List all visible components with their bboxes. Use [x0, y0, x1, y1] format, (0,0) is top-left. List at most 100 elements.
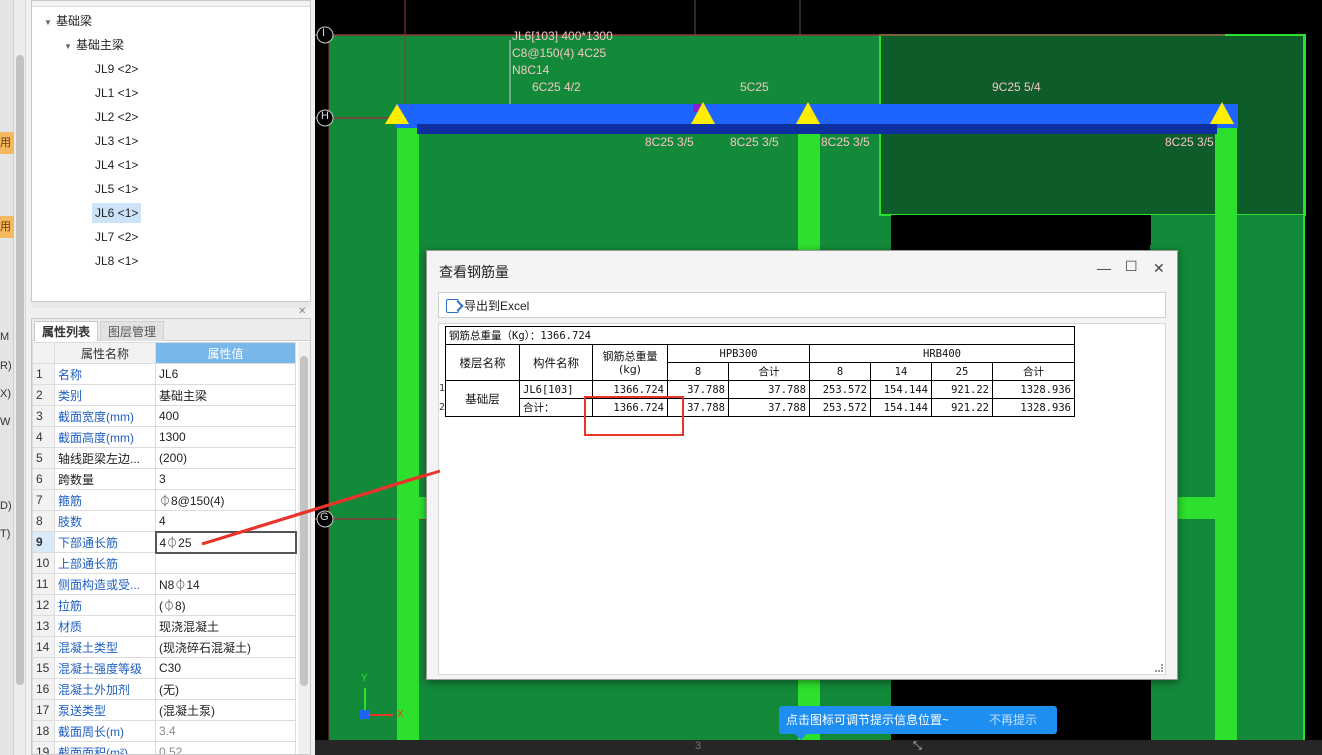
property-value[interactable]: (200)	[155, 447, 296, 469]
collapse-triangle-icon[interactable]: ▼	[64, 37, 76, 57]
property-row[interactable]: 7 箍筋 ⏀8@150(4)	[32, 489, 296, 511]
property-value[interactable]: 1300	[155, 426, 296, 448]
dont-show-again-link[interactable]: 不再提示	[989, 706, 1037, 734]
rebar-quantity-dialog: 查看钢筋量 — ☐ ✕ 导出到Excel 1 2 钢筋总重量（Kg）：1366.…	[426, 250, 1178, 680]
property-value[interactable]: N8⏀14	[155, 573, 296, 595]
export-excel-button[interactable]: 导出到Excel	[446, 297, 529, 315]
rebar-label: 8C25 3/5	[1165, 135, 1214, 149]
left-scrollbar[interactable]	[14, 0, 26, 755]
property-row[interactable]: 10 上部通长筋	[32, 552, 296, 574]
property-value[interactable]: (⏀8)	[155, 594, 296, 616]
left-strip-label[interactable]: X)	[0, 388, 14, 400]
property-row[interactable]: 15 混凝土强度等级 C30	[32, 657, 296, 679]
tab-layers[interactable]: 图层管理	[100, 321, 165, 341]
property-row[interactable]: 17 泵送类型 (混凝土泵)	[32, 699, 296, 721]
tree-item[interactable]: JL1 <1>	[95, 83, 138, 103]
value-cell: 921.22	[931, 398, 993, 417]
tree-node-root[interactable]: ▼ 基础梁	[44, 11, 92, 31]
left-strip-label[interactable]: W	[0, 416, 14, 428]
property-name: 拉筋	[54, 594, 156, 616]
property-value[interactable]: 4	[155, 510, 296, 532]
property-value[interactable]: 0.52	[155, 741, 296, 754]
property-index: 14	[32, 636, 55, 658]
rebar-label: 6C25 4/2	[532, 80, 581, 94]
property-row[interactable]: 9 下部通长筋 4⏀25	[32, 530, 297, 554]
property-row[interactable]: 12 拉筋 (⏀8)	[32, 594, 296, 616]
property-value[interactable]: 4⏀25	[154, 530, 297, 554]
left-strip-label[interactable]: M	[0, 331, 14, 343]
column[interactable]	[397, 125, 419, 740]
tree-item[interactable]: JL2 <2>	[95, 107, 138, 127]
property-row[interactable]: 2 类别 基础主梁	[32, 384, 296, 406]
property-value[interactable]: (无)	[155, 678, 296, 700]
property-row[interactable]: 16 混凝土外加剂 (无)	[32, 678, 296, 700]
tree-item[interactable]: JL7 <2>	[95, 227, 138, 247]
total-cell: 1366.724	[592, 398, 668, 417]
tree-item[interactable]: JL9 <2>	[95, 59, 138, 79]
close-icon[interactable]: ✕	[1153, 260, 1165, 277]
property-value[interactable]	[155, 552, 296, 574]
tab-properties[interactable]: 属性列表	[34, 321, 99, 341]
tree-item[interactable]: JL4 <1>	[95, 155, 138, 175]
scroll-thumb[interactable]	[300, 356, 308, 686]
property-row[interactable]: 14 混凝土类型 (现浇碎石混凝土)	[32, 636, 296, 658]
property-value[interactable]: ⏀8@150(4)	[155, 489, 296, 511]
property-value[interactable]: C30	[155, 657, 296, 679]
property-name: 类别	[54, 384, 156, 406]
header-hpb300: HPB300	[667, 344, 810, 363]
property-value[interactable]: (混凝土泵)	[155, 699, 296, 721]
axis-y-label: Y	[361, 673, 368, 684]
column[interactable]	[1215, 125, 1237, 740]
header-hrb-25: 25	[931, 362, 993, 381]
property-row[interactable]: 4 截面高度(mm) 1300	[32, 426, 296, 448]
left-badge[interactable]: 用	[0, 132, 14, 154]
dialog-title: 查看钢筋量	[439, 264, 509, 280]
property-index: 3	[32, 405, 55, 427]
property-value[interactable]: 基础主梁	[155, 384, 296, 406]
tree-item[interactable]: JL6 <1>	[92, 203, 142, 223]
property-row[interactable]: 1 名称 JL6	[32, 363, 296, 385]
property-row[interactable]: 8 肢数 4	[32, 510, 296, 532]
property-row[interactable]: 3 截面宽度(mm) 400	[32, 405, 296, 427]
property-row[interactable]: 13 材质 现浇混凝土	[32, 615, 296, 637]
tree-item[interactable]: JL5 <1>	[95, 179, 138, 199]
property-name: 侧面构造或受...	[54, 573, 156, 595]
property-value[interactable]: 3	[155, 468, 296, 490]
properties-scrollbar[interactable]	[298, 342, 310, 754]
property-name: 名称	[54, 363, 156, 385]
minimize-icon[interactable]: —	[1097, 260, 1111, 276]
export-label: 导出到Excel	[464, 299, 530, 313]
tree-item[interactable]: JL8 <1>	[95, 251, 138, 271]
scroll-thumb[interactable]	[16, 55, 24, 685]
close-icon[interactable]: ✕	[298, 306, 306, 317]
left-strip-label[interactable]: R)	[0, 360, 14, 372]
beam-horizontal[interactable]	[1177, 497, 1217, 519]
tree-node-child[interactable]: ▼ 基础主梁	[64, 35, 124, 55]
header-hrb-sum: 合计	[992, 362, 1075, 381]
property-row[interactable]: 18 截面周长(m) 3.4	[32, 720, 296, 742]
left-strip-label[interactable]: T)	[0, 528, 14, 540]
properties-panel: 属性列表 图层管理 属性名称 属性值 1 名称 JL6 2 类别 基础主梁 3 截面宽度(mm…	[31, 318, 311, 755]
property-value[interactable]: 现浇混凝土	[155, 615, 296, 637]
property-row[interactable]: 5 轴线距梁左边... (200)	[32, 447, 296, 469]
property-row[interactable]: 19 截面面积(m²) 0.52	[32, 741, 296, 754]
tip-popup[interactable]: 点击图标可调节提示信息位置~ 不再提示	[779, 706, 1057, 740]
property-value[interactable]: (现浇碎石混凝土)	[155, 636, 296, 658]
tree-item[interactable]: JL3 <1>	[95, 131, 138, 151]
value-cell: 921.22	[931, 380, 993, 399]
resize-grip-icon[interactable]	[1155, 664, 1163, 672]
tree-node-label: 基础梁	[56, 14, 93, 28]
property-value[interactable]: JL6	[155, 363, 296, 385]
property-value[interactable]: 400	[155, 405, 296, 427]
left-badge[interactable]: 用	[0, 216, 14, 238]
left-strip-label[interactable]: D)	[0, 500, 14, 512]
property-row[interactable]: 11 侧面构造或受... N8⏀14	[32, 573, 296, 595]
maximize-icon[interactable]: ☐	[1125, 258, 1138, 275]
panel-splitter[interactable]	[31, 302, 311, 308]
collapse-triangle-icon[interactable]: ▼	[44, 13, 56, 33]
property-index: 12	[32, 594, 55, 616]
value-cell: 253.572	[809, 398, 871, 417]
property-value[interactable]: 3.4	[155, 720, 296, 742]
shrink-icon[interactable]: ⤡	[913, 740, 922, 753]
property-row[interactable]: 6 跨数量 3	[32, 468, 296, 490]
